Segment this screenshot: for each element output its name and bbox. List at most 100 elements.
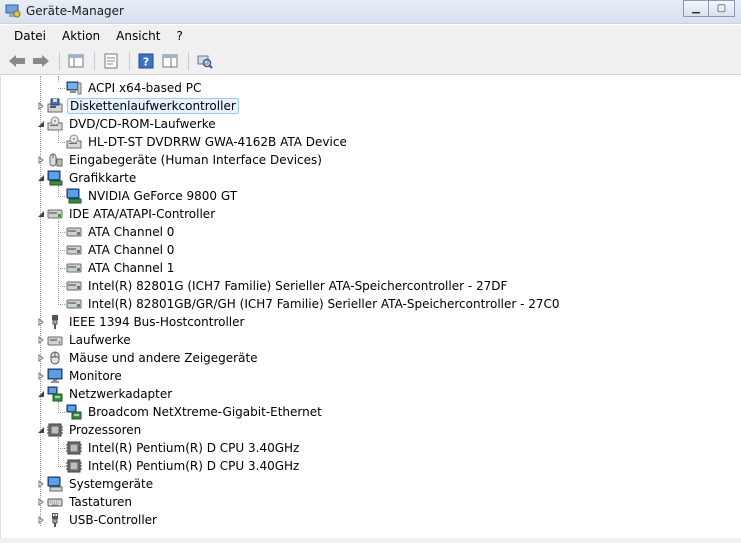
tree-item-label: Prozessoren	[69, 423, 142, 437]
forward-button[interactable]	[30, 51, 52, 71]
tree-item-label: HL-DT-ST DVDRRW GWA-4162B ATA Device	[88, 135, 347, 149]
tree-category-diskettenlaufwerkcontroller[interactable]: Diskettenlaufwerkcontroller	[47, 97, 239, 115]
collapse-toggle[interactable]	[36, 209, 45, 218]
display-adapter-icon	[47, 170, 63, 186]
tree-device-intel-r-pentium-r-d-cpu-3-40ghz[interactable]: Intel(R) Pentium(R) D CPU 3.40GHz	[66, 457, 301, 475]
scan-hardware-button[interactable]	[194, 51, 216, 71]
tree-item-label: Intel(R) Pentium(R) D CPU 3.40GHz	[88, 459, 300, 473]
menu-ansicht[interactable]: Ansicht	[108, 27, 168, 45]
tree-category-monitore[interactable]: Monitore	[47, 367, 124, 385]
view-button[interactable]	[159, 51, 181, 71]
tree-category-grafikkarte[interactable]: Grafikkarte	[47, 169, 138, 187]
tree-device-ata-channel-0[interactable]: ATA Channel 0	[66, 223, 176, 241]
tree-category-prozessoren[interactable]: Prozessoren	[47, 421, 143, 439]
tree-guide-line	[58, 268, 65, 269]
tree-device-acpi-x64-based-pc[interactable]: ACPI x64-based PC	[66, 79, 203, 97]
menu-bar: Datei Aktion Ansicht ?	[0, 25, 741, 47]
console-tree-icon	[68, 54, 84, 67]
ide-controller-icon	[47, 209, 63, 219]
collapse-toggle[interactable]	[36, 425, 45, 434]
tree-device-intel-r-pentium-r-d-cpu-3-40ghz[interactable]: Intel(R) Pentium(R) D CPU 3.40GHz	[66, 439, 301, 457]
firewire-icon	[52, 315, 58, 329]
network-adapter-icon	[66, 404, 82, 420]
tree-guide-line	[58, 142, 65, 143]
expand-toggle[interactable]	[36, 101, 45, 110]
tree-category-maeuse-und-andere-zeigegeraete[interactable]: Mäuse und andere Zeigegeräte	[47, 349, 260, 367]
display-adapter-icon	[66, 188, 82, 204]
expand-toggle[interactable]	[36, 353, 45, 362]
tree-category-systemgeraete[interactable]: Systemgeräte	[47, 475, 155, 493]
window-controls: ▁ ▢	[683, 0, 735, 18]
tree-device-intel-r-82801g-ich7-familie-serieller-ata-speichercontroller-27df[interactable]: Intel(R) 82801G (ICH7 Familie) Serieller…	[66, 277, 509, 295]
expanded-triangle-icon	[37, 120, 44, 127]
ide-controller-icon	[66, 299, 82, 309]
tree-guide-line	[58, 76, 59, 82]
ide-controller-icon	[66, 281, 82, 291]
collapsed-triangle-icon	[38, 497, 44, 506]
back-arrow-icon	[9, 54, 25, 67]
expand-toggle[interactable]	[36, 155, 45, 164]
tree-device-ata-channel-1[interactable]: ATA Channel 1	[66, 259, 176, 277]
tree-item-label: ATA Channel 0	[88, 243, 175, 257]
expand-toggle[interactable]	[36, 335, 45, 344]
expanded-triangle-icon	[37, 174, 44, 181]
tree-item-label: IDE ATA/ATAPI-Controller	[69, 207, 216, 221]
tree-item-label: Monitore	[69, 369, 122, 383]
tree-device-ata-channel-0[interactable]: ATA Channel 0	[66, 241, 176, 259]
tree-category-ide-ata-atapi-controller[interactable]: IDE ATA/ATAPI-Controller	[47, 205, 217, 223]
expand-toggle[interactable]	[36, 317, 45, 326]
hid-icon	[49, 153, 63, 167]
minimize-button[interactable]: ▁	[683, 0, 709, 17]
expand-toggle[interactable]	[36, 497, 45, 506]
maximize-icon: ▢	[716, 3, 727, 14]
title-bar: Geräte-Manager ▁ ▢	[0, 0, 741, 24]
tree-device-hl-dt-st-dvdrrw-gwa-4162b-ata-device[interactable]: HL-DT-ST DVDRRW GWA-4162B ATA Device	[66, 133, 349, 151]
tree-category-dvd-cd-rom-laufwerke[interactable]: DVD/CD-ROM-Laufwerke	[47, 115, 218, 133]
tree-item-label: Laufwerke	[69, 333, 131, 347]
expand-toggle[interactable]	[36, 515, 45, 524]
expand-toggle[interactable]	[36, 479, 45, 488]
menu-datei[interactable]: Datei	[6, 27, 54, 45]
tree-guide-line	[58, 286, 65, 287]
tree-device-broadcom-netxtreme-gigabit-ethernet[interactable]: Broadcom NetXtreme-Gigabit-Ethernet	[66, 403, 324, 421]
collapse-toggle[interactable]	[36, 119, 45, 128]
menu-aktion[interactable]: Aktion	[54, 27, 108, 45]
tree-item-label: Netzwerkadapter	[69, 387, 173, 401]
tree-category-laufwerke[interactable]: Laufwerke	[47, 331, 133, 349]
show-hide-console-tree-button[interactable]	[65, 51, 87, 71]
tree-category-usb-controller[interactable]: USB-Controller	[47, 511, 159, 529]
tree-item-label: Tastaturen	[69, 495, 132, 509]
tree-item-label: Intel(R) Pentium(R) D CPU 3.40GHz	[88, 441, 300, 455]
tree-item-label: USB-Controller	[69, 513, 157, 527]
toolbar-separator	[188, 51, 189, 70]
tree-guide-line	[58, 232, 65, 233]
collapse-toggle[interactable]	[36, 173, 45, 182]
device-manager-app-icon	[5, 4, 21, 18]
expand-toggle[interactable]	[36, 371, 45, 380]
keyboard-icon	[47, 498, 63, 507]
properties-button[interactable]	[100, 51, 122, 71]
disk-drive-icon	[47, 336, 63, 346]
tree-item-label: Broadcom NetXtreme-Gigabit-Ethernet	[88, 405, 322, 419]
tree-device-nvidia-geforce-9800-gt[interactable]: NVIDIA GeForce 9800 GT	[66, 187, 239, 205]
back-button[interactable]	[6, 51, 28, 71]
tree-guide-line	[58, 466, 65, 467]
expanded-triangle-icon	[37, 390, 44, 397]
menu-help[interactable]: ?	[168, 27, 190, 45]
help-button[interactable]: ?	[135, 51, 157, 71]
tree-category-ieee-1394-bus-hostcontroller[interactable]: IEEE 1394 Bus-Hostcontroller	[47, 313, 246, 331]
collapsed-triangle-icon	[38, 155, 44, 164]
tree-device-intel-r-82801gb-gr-gh-ich7-familie-serieller-ata-speichercontroller-27c0[interactable]: Intel(R) 82801GB/GR/GH (ICH7 Familie) Se…	[66, 295, 562, 313]
toolbar-separator	[59, 51, 60, 70]
mouse-icon	[50, 351, 60, 365]
scan-hardware-icon	[197, 55, 213, 69]
maximize-button[interactable]: ▢	[709, 0, 735, 17]
toolbar-separator	[94, 51, 95, 70]
tree-category-netzwerkadapter[interactable]: Netzwerkadapter	[47, 385, 174, 403]
tree-item-label: ACPI x64-based PC	[88, 81, 202, 95]
tree-category-tastaturen[interactable]: Tastaturen	[47, 493, 134, 511]
collapse-toggle[interactable]	[36, 389, 45, 398]
device-tree: ACPI x64-based PC Diskettenlaufwerkcontro…	[0, 76, 741, 538]
tree-item-label: DVD/CD-ROM-Laufwerke	[69, 117, 216, 131]
tree-category-eingabegeraete-human-interface-devices[interactable]: Eingabegeräte (Human Interface Devices)	[47, 151, 324, 169]
